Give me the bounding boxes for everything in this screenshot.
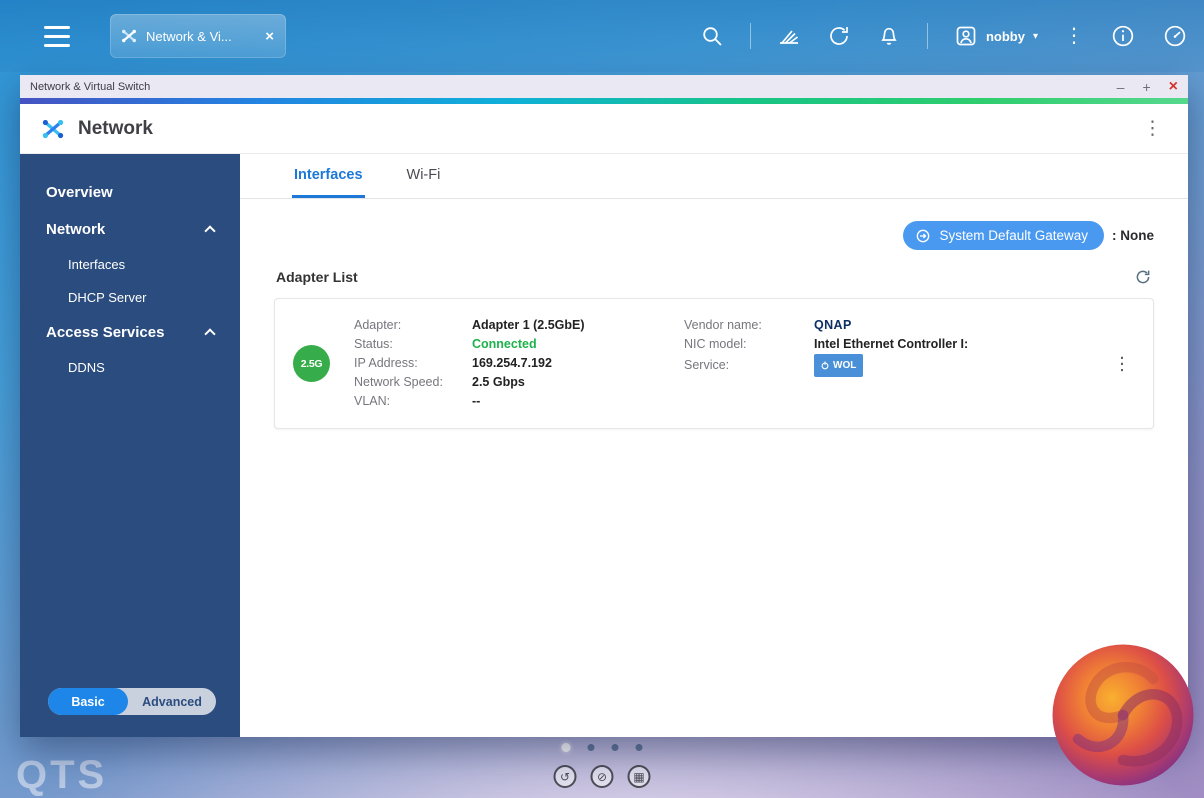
app-menu-kebab-icon[interactable]: ⋮ <box>1137 117 1168 140</box>
taskbar-tab-network[interactable]: Network & Vi... × <box>110 14 286 58</box>
prev-desktop-icon[interactable]: ↺ <box>553 765 577 788</box>
show-desktop-icon[interactable]: ▦ <box>627 765 651 788</box>
field-row: Service: WOL <box>684 354 968 377</box>
window-titlebar[interactable]: Network & Virtual Switch – + × <box>20 75 1188 98</box>
dashboard-icon[interactable] <box>1162 23 1188 49</box>
minimize-button[interactable]: – <box>1117 80 1125 94</box>
adapter-actions-kebab-icon[interactable]: ⋮ <box>1107 353 1137 374</box>
tab-close-icon[interactable]: × <box>263 27 276 46</box>
vlan-value: -- <box>472 394 481 408</box>
power-icon <box>821 361 829 370</box>
main-menu-icon[interactable] <box>44 25 70 47</box>
field-row: NIC model: Intel Ethernet Controller I: <box>684 335 968 354</box>
wol-service-badge: WOL <box>814 354 864 377</box>
qts-logo: QTS <box>16 753 108 797</box>
window-controls: – + × <box>1117 78 1178 95</box>
sidebar-item-access-services[interactable]: Access Services <box>20 314 240 351</box>
background-tasks-icon[interactable] <box>827 24 851 48</box>
maximize-button[interactable]: + <box>1142 80 1150 94</box>
more-apps-icon[interactable]: ⋮ <box>1064 26 1084 46</box>
adapter-fields-right: Vendor name: QNAP NIC model: Intel Ether… <box>684 316 968 411</box>
close-button[interactable]: × <box>1169 78 1178 95</box>
field-row: Vendor name: QNAP <box>684 316 968 335</box>
adapter-fields-left: Adapter: Adapter 1 (2.5GbE) Status: Conn… <box>354 316 684 411</box>
taskbar-tab-label: Network & Vi... <box>146 28 232 44</box>
system-default-gateway-button[interactable]: System Default Gateway <box>903 221 1104 250</box>
sidebar-item-ddns[interactable]: DDNS <box>20 351 240 384</box>
qts-desktop: Network & Vi... × nobby ▾ ⋮ Network & Vi… <box>0 0 1204 798</box>
taskbar: Network & Vi... × nobby ▾ ⋮ <box>0 0 1204 72</box>
field-row: VLAN: -- <box>354 392 684 411</box>
desktop-quick-buttons: ↺ ⊘ ▦ <box>553 765 651 788</box>
refresh-icon[interactable] <box>1134 268 1152 286</box>
main-content: Interfaces Wi-Fi System Default Gateway <box>240 154 1188 737</box>
toggle-basic[interactable]: Basic <box>48 688 128 715</box>
adapter-list-title: Adapter List <box>276 269 358 285</box>
taskbar-divider <box>749 23 751 49</box>
field-row: Adapter: Adapter 1 (2.5GbE) <box>354 316 684 335</box>
pager-dot[interactable] <box>587 744 595 751</box>
network-app-icon <box>42 119 64 138</box>
chevron-up-icon <box>204 328 216 340</box>
search-icon[interactable] <box>700 24 724 48</box>
sidebar-item-network[interactable]: Network <box>20 211 240 248</box>
page-title: Network <box>78 117 153 139</box>
user-caret-down-icon: ▾ <box>1032 30 1038 42</box>
adapter-list-header: Adapter List <box>276 268 1152 286</box>
field-row: IP Address: 169.254.7.192 <box>354 354 684 373</box>
sidebar-item-dhcp-server[interactable]: DHCP Server <box>20 281 240 314</box>
gateway-icon <box>917 229 930 242</box>
gateway-row: System Default Gateway : None <box>274 221 1154 250</box>
taskbar-right: nobby ▾ ⋮ <box>700 23 1204 49</box>
chevron-up-icon <box>204 225 216 237</box>
pager-dot[interactable] <box>611 744 619 751</box>
app-header: Network ⋮ <box>20 104 1188 154</box>
vendor-qnap-logo: QNAP <box>814 318 852 332</box>
kitguru-swirl-logo <box>1052 644 1194 786</box>
field-row: Status: Connected <box>354 335 684 354</box>
ip-address-value: 169.254.7.192 <box>472 356 552 370</box>
nic-model-value: Intel Ethernet Controller I: <box>814 337 969 351</box>
help-icon[interactable] <box>1110 23 1136 49</box>
toggle-advanced[interactable]: Advanced <box>128 695 216 709</box>
basic-advanced-toggle: Basic Advanced <box>48 688 216 715</box>
sidebar-item-overview[interactable]: Overview <box>20 174 240 211</box>
pager-dot[interactable] <box>635 744 643 751</box>
network-app-icon <box>122 29 136 43</box>
desktop-tools-icon[interactable]: ⊘ <box>590 765 614 788</box>
field-row: Network Speed: 2.5 Gbps <box>354 373 684 392</box>
user-menu[interactable]: nobby ▾ <box>954 24 1038 48</box>
adapter-name-value: Adapter 1 (2.5GbE) <box>472 318 585 332</box>
interfaces-panel: System Default Gateway : None Adapter Li… <box>240 199 1188 737</box>
network-speed-value: 2.5 Gbps <box>472 375 525 389</box>
tab-wifi[interactable]: Wi-Fi <box>405 154 443 198</box>
network-virtual-switch-window: Network & Virtual Switch – + × Network ⋮ <box>20 75 1188 737</box>
resource-monitor-icon[interactable] <box>777 24 801 48</box>
tab-bar: Interfaces Wi-Fi <box>240 154 1188 199</box>
notifications-icon[interactable] <box>877 24 901 48</box>
adapter-speed-badge: 2.5G <box>293 345 330 382</box>
desktop-pager <box>561 743 643 752</box>
taskbar-divider <box>926 23 928 49</box>
tab-interfaces[interactable]: Interfaces <box>292 154 365 198</box>
username-label: nobby <box>985 28 1025 44</box>
pager-dot-active[interactable] <box>561 743 571 752</box>
status-badge: Connected <box>472 337 537 351</box>
window-title: Network & Virtual Switch <box>30 80 151 93</box>
adapter-card: 2.5G Adapter: Adapter 1 (2.5GbE) Status:… <box>274 298 1154 429</box>
user-avatar-icon <box>956 26 976 46</box>
sidebar: Overview Network Interfaces DHCP Server … <box>20 154 240 737</box>
sidebar-item-interfaces[interactable]: Interfaces <box>20 248 240 281</box>
gateway-value: : None <box>1112 228 1154 243</box>
